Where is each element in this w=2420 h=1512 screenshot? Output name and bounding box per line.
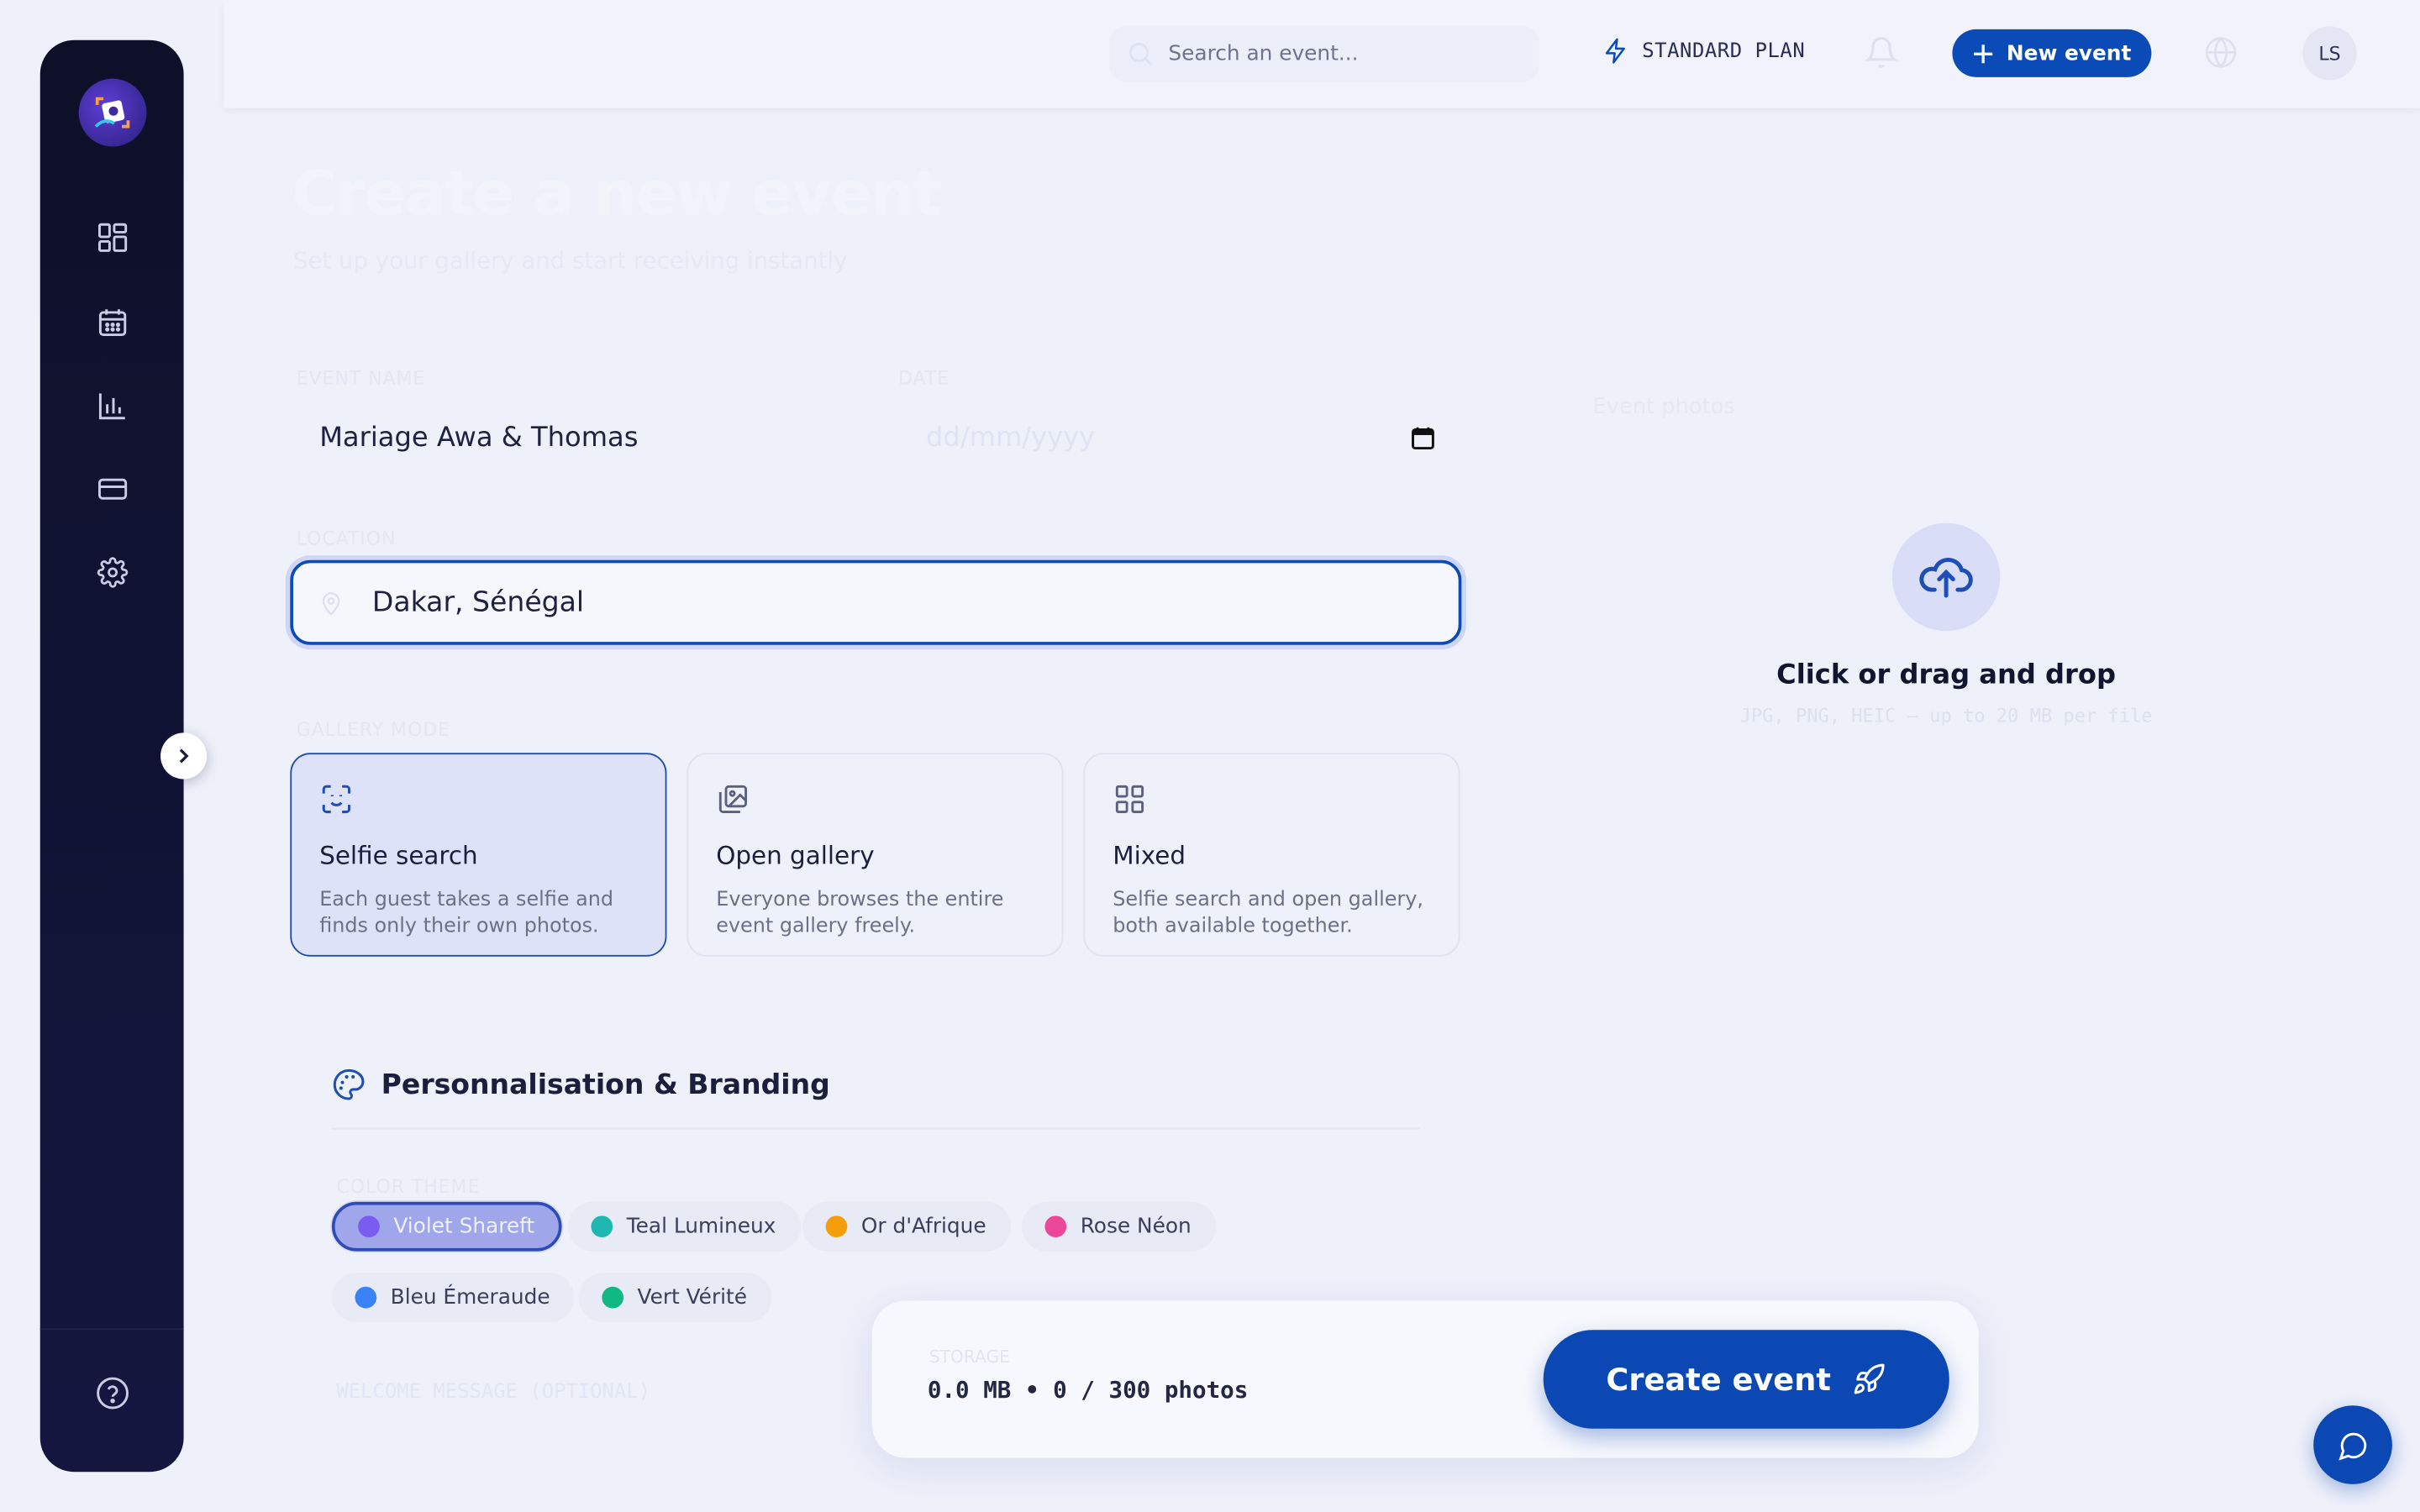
color-dot [825, 1215, 848, 1238]
create-event-label: Create event [1606, 1360, 1831, 1399]
bell-icon[interactable] [1864, 35, 1899, 76]
sidebar-expand-button[interactable] [160, 732, 208, 780]
branding-section-title: Personnalisation & Branding [332, 1068, 830, 1101]
plus-icon [1974, 44, 1993, 63]
mode-description: Each guest takes a selfie and finds only… [319, 888, 614, 938]
calendar-picker-icon[interactable] [1411, 426, 1435, 450]
upload-hint: JPG, PNG, HEIC — up to 20 MB per file [1739, 705, 2153, 727]
cloud-upload-icon [1919, 557, 1973, 598]
mode-title: Mixed [1113, 841, 1186, 870]
rocket-icon [1854, 1363, 1886, 1394]
billing-card-icon[interactable] [91, 468, 134, 511]
color-theme-label: COLOR THEME [336, 1175, 481, 1198]
mode-card-mixed[interactable]: Mixed Selfie search and open gallery, bo… [1083, 753, 1460, 957]
swatch-rose-neon[interactable]: Rose Néon [1021, 1201, 1217, 1252]
color-dot [591, 1215, 613, 1238]
new-event-button[interactable]: New event [1952, 29, 2152, 77]
mode-title: Open gallery [716, 841, 875, 870]
globe-language-icon[interactable] [2204, 35, 2238, 76]
color-dot [355, 1286, 377, 1309]
location-field[interactable] [290, 559, 1462, 645]
settings-gear-icon[interactable] [91, 551, 134, 594]
branding-divider [331, 1127, 1420, 1130]
page-subtitle: Set up your gallery and start receiving … [292, 246, 848, 275]
swatch-violet-shareft[interactable]: Violet Shareft [331, 1201, 563, 1252]
event-name-label: EVENT NAME [296, 367, 426, 389]
swatch-label: Bleu Émeraude [390, 1284, 550, 1310]
location-label: LOCATION [296, 528, 397, 549]
swatch-vert-verite[interactable]: Vert Vérité [578, 1273, 772, 1323]
swatch-or-dafrique[interactable]: Or d'Afrique [802, 1201, 1012, 1252]
swatch-label: Vert Vérité [637, 1284, 748, 1310]
storage-label: STORAGE [929, 1347, 1010, 1368]
color-dot [358, 1215, 380, 1238]
gallery-images-icon [716, 782, 1034, 819]
date-field[interactable]: dd/mm/yyyy [895, 401, 1460, 475]
sidebar-divider [39, 1328, 184, 1331]
chat-support-button[interactable] [2313, 1405, 2392, 1484]
plan-label: STANDARD PLAN [1642, 39, 1806, 63]
swatch-label: Rose Néon [1080, 1214, 1192, 1239]
upload-title: Event photos [1592, 395, 1735, 420]
page-title: Create a new event [292, 159, 943, 230]
color-dot [602, 1286, 624, 1309]
create-event-button[interactable]: Create event [1543, 1330, 1949, 1429]
search-input[interactable] [1168, 41, 1477, 66]
app-logo[interactable] [78, 78, 147, 147]
plan-badge: STANDARD PLAN [1602, 37, 1805, 65]
camera-logo-icon [94, 97, 130, 129]
swatch-label: Or d'Afrique [860, 1214, 986, 1239]
mode-description: Selfie search and open gallery, both ava… [1113, 888, 1423, 938]
search-box[interactable] [1109, 26, 1539, 82]
chat-bubble-icon [2338, 1431, 2366, 1460]
color-dot [1044, 1215, 1067, 1238]
mode-card-selfie-search[interactable]: Selfie search Each guest takes a selfie … [290, 753, 667, 957]
face-scan-icon [319, 782, 637, 819]
event-name-field[interactable] [290, 401, 877, 475]
upload-cta: Click or drag and drop [1776, 660, 2117, 691]
grid-icon [1113, 782, 1430, 819]
branding-title-text: Personnalisation & Branding [381, 1068, 830, 1101]
calendar-icon[interactable] [91, 301, 134, 344]
event-name-input[interactable] [319, 423, 877, 454]
user-avatar[interactable]: LS [2302, 26, 2357, 81]
date-label: DATE [897, 367, 950, 389]
new-event-label: New event [2006, 40, 2132, 66]
location-input[interactable] [371, 585, 1459, 619]
help-icon[interactable] [91, 1372, 134, 1415]
analytics-icon[interactable] [91, 384, 134, 427]
upload-button[interactable] [1891, 522, 2001, 632]
bottom-action-bar: STORAGE 0.0 MB • 0 / 300 photos Create e… [871, 1300, 1979, 1458]
top-bar: STANDARD PLAN New event LS [224, 0, 2420, 108]
mode-description: Everyone browses the entire event galler… [716, 888, 1004, 938]
swatch-label: Teal Lumineux [626, 1214, 776, 1239]
storage-stats: 0.0 MB • 0 / 300 photos [927, 1376, 1249, 1404]
welcome-message-label: WELCOME MESSAGE (OPTIONAL) [336, 1380, 651, 1404]
map-pin-icon [322, 591, 340, 615]
mode-title: Selfie search [319, 841, 478, 870]
swatch-teal-lumineux[interactable]: Teal Lumineux [567, 1201, 801, 1252]
date-placeholder: dd/mm/yyyy [926, 423, 1096, 454]
swatch-label: Violet Shareft [393, 1214, 535, 1239]
swatch-bleu-emeraude[interactable]: Bleu Émeraude [331, 1273, 575, 1323]
dashboard-icon[interactable] [91, 216, 134, 259]
chevron-right-icon [179, 748, 189, 764]
palette-icon [333, 1068, 365, 1100]
mode-card-open-gallery[interactable]: Open gallery Everyone browses the entire… [687, 753, 1064, 957]
avatar-initials: LS [2318, 42, 2341, 65]
lightning-icon [1605, 38, 1625, 64]
search-icon [1128, 42, 1153, 66]
mode-label: GALLERY MODE [296, 718, 450, 741]
